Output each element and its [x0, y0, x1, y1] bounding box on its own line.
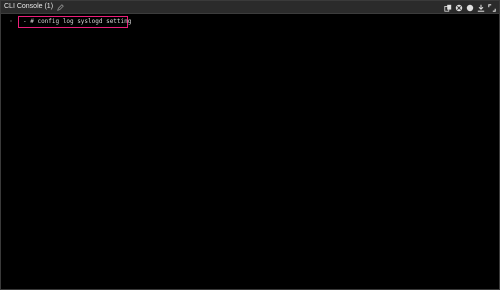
console-line: - # config log syslogd setting [23, 18, 131, 26]
circle-icon[interactable] [466, 4, 474, 12]
pencil-icon[interactable] [56, 3, 64, 11]
command-text: config log syslogd setting [37, 18, 132, 25]
gutter-marker [10, 20, 12, 22]
titlebar: CLI Console (1) [1, 1, 499, 14]
cli-console-window: CLI Console (1) - # config log syslogd s… [0, 0, 500, 290]
window-title: CLI Console (1) [4, 3, 54, 10]
copy-icon[interactable] [444, 4, 452, 12]
console-output[interactable]: - # config log syslogd setting [1, 14, 499, 289]
clear-icon[interactable] [455, 4, 463, 12]
console-toolbar [444, 2, 496, 13]
maximize-icon[interactable] [488, 3, 496, 12]
prompt: - # [23, 18, 38, 25]
download-icon[interactable] [477, 4, 485, 12]
